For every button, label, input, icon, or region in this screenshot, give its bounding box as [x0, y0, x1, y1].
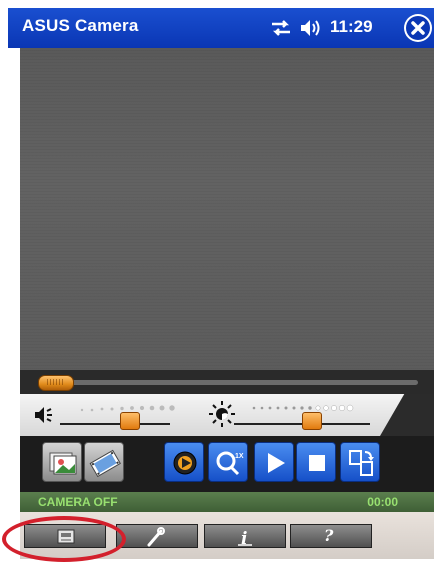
clock: 11:29 — [330, 17, 373, 36]
highlight-circle — [2, 516, 126, 562]
video-album-icon — [89, 449, 121, 478]
switch-icon — [349, 450, 374, 476]
menu-help-button[interactable]: ? — [290, 524, 372, 548]
close-icon — [406, 16, 430, 40]
title-bar: ASUS Camera 11:29 — [8, 8, 434, 48]
close-button[interactable] — [404, 14, 432, 42]
capture-button[interactable] — [164, 442, 204, 482]
camera-preview[interactable] — [20, 48, 434, 378]
status-bar: CAMERA OFF 00:00 — [20, 492, 434, 512]
seek-track[interactable] — [40, 380, 418, 385]
photo-album-button[interactable] — [42, 442, 82, 482]
menu-tools-button[interactable] — [116, 524, 198, 548]
app-title: ASUS Camera — [22, 16, 139, 35]
seek-thumb[interactable] — [38, 375, 74, 391]
wrench-icon — [147, 527, 165, 547]
brightness-icon — [209, 401, 235, 427]
play-icon — [268, 453, 285, 473]
volume-slider-track[interactable] — [60, 423, 170, 425]
photo-album-icon — [49, 452, 77, 475]
info-icon: i — [238, 529, 252, 549]
volume-level-dots — [80, 405, 175, 412]
svg-text:i: i — [241, 529, 247, 549]
seek-bar[interactable] — [20, 370, 434, 394]
volume-icon[interactable] — [300, 17, 322, 39]
zoom-icon: 1X — [216, 451, 244, 476]
sync-icon[interactable] — [270, 18, 292, 38]
brightness-slider-thumb[interactable] — [302, 412, 322, 430]
brightness-level-dots — [252, 404, 354, 412]
volume-slider-icon — [35, 407, 52, 423]
stop-icon — [309, 455, 325, 471]
help-icon: ? — [324, 526, 334, 545]
svg-text:1X: 1X — [235, 453, 244, 460]
record-time: 00:00 — [367, 495, 398, 509]
switch-mode-button[interactable] — [340, 442, 380, 482]
device-screen: ASUS Camera 11:29 1X CAMERA OFF 00:00 i … — [0, 0, 435, 562]
play-button[interactable] — [254, 442, 294, 482]
video-album-button[interactable] — [84, 442, 124, 482]
volume-slider-thumb[interactable] — [120, 412, 140, 430]
preview-noise — [20, 48, 434, 378]
camera-status: CAMERA OFF — [38, 495, 118, 509]
stop-button[interactable] — [296, 442, 336, 482]
record-icon — [173, 451, 197, 475]
zoom-button[interactable]: 1X — [208, 442, 248, 482]
menu-info-button[interactable]: i — [204, 524, 286, 549]
